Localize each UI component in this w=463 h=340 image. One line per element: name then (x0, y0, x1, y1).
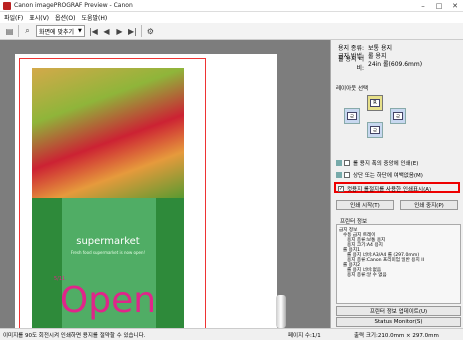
app-icon (3, 1, 11, 10)
nomargin-icon (336, 172, 342, 178)
minimize-button[interactable]: – (415, 0, 431, 12)
info-row: 롤 용지 너비: 24in 롤(609.6mm) (334, 56, 460, 72)
nomargin-option[interactable]: 상단 또는 하단에 여백없음(M) (336, 171, 423, 179)
menu-file[interactable]: 파일(F) (4, 13, 23, 22)
zoom-select[interactable]: 화면에 맞추기 ▼ (36, 25, 85, 37)
settings-panel: 용지 종류: 보통 용지 급지 방법: 롤 용지 롤 용지 너비: 24in 롤… (330, 40, 463, 328)
media-info: 용지 종류: 보통 용지 급지 방법: 롤 용지 롤 용지 너비: 24in 롤… (334, 43, 460, 73)
cutline-label: 컷용지 롤절지를 사용한 인쇄표시(A) (347, 187, 432, 193)
output-size: 출력 크기:210.0mm × 297.0mm (354, 332, 439, 339)
window-title: Canon imagePROGRAF Preview - Canon (14, 2, 133, 9)
settings-icon[interactable]: ⚙ (144, 25, 157, 38)
status-message: 이미지를 90도 회전시켜 인쇄하면 용지를 절약할 수 있습니다. (3, 332, 146, 339)
printer-line: 용지 종류:알 수 없음 (347, 273, 387, 277)
poster-tagline: Fresh food supermarket is now open! (70, 250, 146, 255)
nomargin-checkbox[interactable] (344, 172, 350, 178)
maximize-button[interactable]: □ (431, 0, 447, 12)
menu-help[interactable]: 도움말(H) (81, 13, 107, 22)
print-icon[interactable]: ▤ (3, 25, 16, 38)
layout-bottom-button[interactable]: ㄹ (367, 122, 383, 138)
poster-image: supermarket Fresh food supermarket is no… (32, 68, 184, 328)
printer-info-box: 급지 정보 수동 급지 트레이 용지 종류:보통 용지 용지 크기:A4 용지 … (336, 224, 461, 304)
menu-bar: 파일(F) 표시(V) 옵션(O) 도움말(H) (0, 12, 463, 23)
info-value: 24in 롤(609.6mm) (368, 60, 423, 68)
center-icon (336, 160, 342, 166)
cutline-checkbox[interactable]: ✓ (338, 186, 344, 192)
vegetables-image (32, 68, 184, 198)
layout-selector: ㄹ R ㄹ ㄹ (338, 92, 412, 142)
toolbar-separator (140, 25, 142, 37)
toolbar-separator (18, 25, 19, 37)
layout-top-button[interactable]: R (367, 95, 383, 111)
info-key: 롤 용지 너비: (338, 56, 364, 72)
layout-right-button[interactable]: ㄹ (390, 108, 406, 124)
update-printer-info-button[interactable]: 프린터 정보 업데이트(U) (336, 306, 461, 316)
last-page-icon[interactable]: ▶| (126, 25, 139, 38)
prev-page-icon[interactable]: ◀ (100, 25, 113, 38)
menu-options[interactable]: 옵션(O) (55, 13, 75, 22)
nomargin-label: 상단 또는 하단에 여백없음(M) (353, 173, 423, 179)
poster-supermarket: supermarket (76, 236, 140, 247)
print-stop-button[interactable]: 인쇄 중지(P) (400, 200, 458, 210)
first-page-icon[interactable]: |◀ (87, 25, 100, 38)
status-bar: 이미지를 90도 회전시켜 인쇄하면 용지를 절약할 수 있습니다. 페이지 수… (0, 328, 463, 340)
cutline-option[interactable]: ✓ 컷용지 롤절지를 사용한 인쇄표시(A) (338, 185, 431, 193)
close-button[interactable]: ✕ (447, 0, 463, 12)
page-count: 페이지 수:1/1 (288, 332, 321, 339)
print-start-button[interactable]: 인쇄 시작(T) (336, 200, 394, 210)
paper-roll (276, 295, 286, 328)
next-page-icon[interactable]: ▶ (113, 25, 126, 38)
layout-left-button[interactable]: ㄹ (344, 108, 360, 124)
status-monitor-button[interactable]: Status Monitor(S) (336, 317, 461, 327)
chevron-down-icon: ▼ (78, 28, 82, 34)
title-bar: Canon imagePROGRAF Preview - Canon – □ ✕ (0, 0, 463, 12)
layout-label: 레이아웃 선택 (336, 86, 369, 92)
poster-open: Open (59, 280, 157, 321)
toolbar: ▤ ⌕ 화면에 맞추기 ▼ |◀ ◀ ▶ ▶| ⚙ (0, 23, 463, 40)
preview-area: supermarket Fresh food supermarket is no… (0, 40, 330, 328)
center-option[interactable]: 롤 용지 폭의 중앙에 인쇄(E) (336, 159, 418, 167)
menu-view[interactable]: 표시(V) (29, 13, 49, 22)
center-label: 롤 용지 폭의 중앙에 인쇄(E) (353, 161, 419, 167)
zoom-icon[interactable]: ⌕ (21, 25, 34, 38)
zoom-value: 화면에 맞추기 (39, 28, 75, 36)
center-checkbox[interactable] (344, 160, 350, 166)
